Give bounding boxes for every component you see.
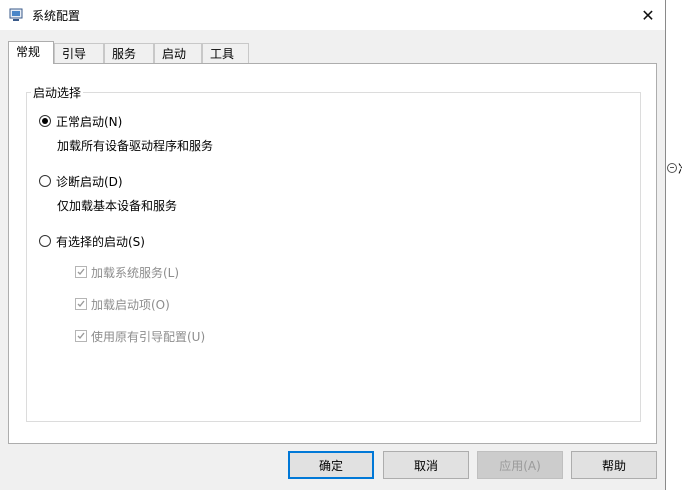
- use-original-boot-config-checkbox[interactable]: 使用原有引导配置(U): [75, 328, 205, 344]
- minus-circle-icon: [667, 163, 677, 173]
- selective-startup-label: 有选择的启动(S): [56, 234, 145, 249]
- radio-unchecked-icon: [39, 235, 51, 247]
- diagnostic-startup-desc: 仅加载基本设备和服务: [57, 199, 178, 213]
- background-window-text: 准: [678, 160, 682, 177]
- background-window-strip: [666, 0, 682, 490]
- group-title: 启动选择: [31, 84, 84, 101]
- diagnostic-startup-radio[interactable]: 诊断启动(D): [39, 173, 123, 189]
- radio-unchecked-icon: [39, 175, 51, 187]
- load-system-services-checkbox[interactable]: 加载系统服务(L): [75, 264, 179, 280]
- ok-button[interactable]: 确定: [288, 451, 374, 479]
- tab-general[interactable]: 常规: [8, 41, 54, 64]
- normal-startup-radio[interactable]: 正常启动(N): [39, 113, 122, 129]
- load-startup-items-checkbox[interactable]: 加载启动项(O): [75, 296, 170, 312]
- system-config-window: 系统配置 ✕ 常规 引导 服务 启动 工具 启动选择 正常启动(N) 加载所有设…: [0, 0, 666, 490]
- tab-startup[interactable]: 启动: [154, 43, 202, 63]
- window-title: 系统配置: [32, 9, 81, 23]
- apply-button[interactable]: 应用(A): [477, 451, 563, 479]
- title-bar[interactable]: 系统配置 ✕: [0, 0, 665, 30]
- checkmark-icon: [75, 298, 87, 310]
- load-startup-items-label: 加载启动项(O): [91, 297, 170, 312]
- radio-checked-icon: [39, 115, 51, 127]
- checkmark-icon: [75, 266, 87, 278]
- diagnostic-startup-label: 诊断启动(D): [56, 174, 123, 189]
- tab-services[interactable]: 服务: [104, 43, 154, 63]
- normal-startup-desc: 加载所有设备驱动程序和服务: [57, 139, 214, 153]
- selective-startup-radio[interactable]: 有选择的启动(S): [39, 233, 145, 249]
- use-original-boot-config-label: 使用原有引导配置(U): [91, 329, 206, 344]
- general-tab-panel: 启动选择 正常启动(N) 加载所有设备驱动程序和服务 诊断启动(D) 仅加载基本…: [8, 63, 657, 444]
- tab-boot[interactable]: 引导: [54, 43, 104, 63]
- normal-startup-label: 正常启动(N): [56, 114, 123, 129]
- load-system-services-label: 加载系统服务(L): [91, 265, 180, 280]
- checkmark-icon: [75, 330, 87, 342]
- tab-tools[interactable]: 工具: [202, 43, 249, 63]
- startup-selection-group: 启动选择 正常启动(N) 加载所有设备驱动程序和服务 诊断启动(D) 仅加载基本…: [26, 84, 641, 422]
- system-config-icon: [9, 8, 23, 21]
- close-button[interactable]: ✕: [631, 0, 665, 30]
- help-button[interactable]: 帮助: [571, 451, 657, 479]
- close-icon: ✕: [641, 5, 655, 25]
- cancel-button[interactable]: 取消: [383, 451, 469, 479]
